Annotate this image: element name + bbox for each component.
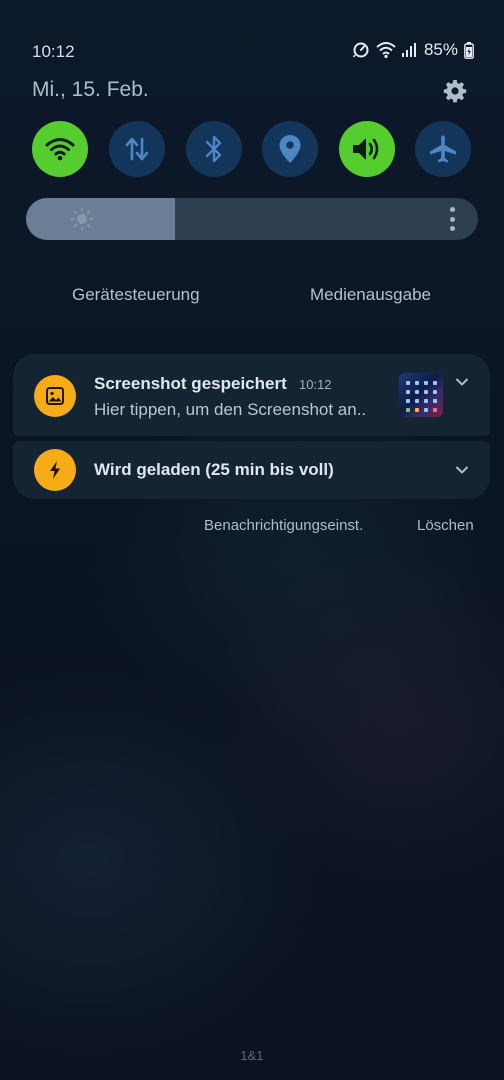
notification-app-icon [34, 449, 76, 491]
clear-notifications-button[interactable]: Löschen [417, 517, 474, 534]
expand-chevron-icon[interactable] [454, 462, 470, 478]
battery-charging-icon [464, 41, 474, 59]
settings-button[interactable] [441, 77, 469, 105]
notification-app-icon [34, 375, 76, 417]
mobile-data-toggle[interactable] [109, 121, 165, 177]
brightness-slider[interactable] [26, 198, 478, 240]
brightness-sun-icon [70, 207, 94, 231]
notification-title: Wird geladen (25 min bis voll) [94, 460, 334, 479]
image-icon [46, 387, 64, 405]
expand-chevron-icon[interactable] [454, 374, 470, 390]
wifi-toggle[interactable] [32, 121, 88, 177]
notification-time: 10:12 [299, 377, 332, 392]
status-icons: 85% [352, 40, 474, 60]
notification-title: Screenshot gespeichert [94, 374, 287, 393]
signal-icon [401, 43, 416, 57]
media-output-button[interactable]: Medienausgabe [310, 285, 431, 305]
carrier-label: 1&1 [240, 1048, 264, 1063]
wifi-icon [376, 42, 396, 59]
date-label: Mi., 15. Feb. [32, 78, 149, 101]
status-time: 10:12 [32, 42, 75, 61]
notification-settings-button[interactable]: Benachrichtigungseinst. [204, 517, 363, 534]
notification-screenshot[interactable]: Screenshot gespeichert 10:12 Hier tippen… [13, 354, 490, 436]
bluetooth-icon [205, 135, 222, 163]
sound-toggle[interactable] [339, 121, 395, 177]
location-toggle[interactable] [262, 121, 318, 177]
gear-icon [443, 80, 467, 103]
data-transfer-icon [125, 137, 149, 161]
brightness-fill [26, 198, 176, 240]
wifi-icon [45, 138, 75, 161]
location-pin-icon [279, 135, 301, 163]
bluetooth-toggle[interactable] [186, 121, 242, 177]
airplane-mode-toggle[interactable] [415, 121, 471, 177]
notification-body: Hier tippen, um den Screenshot an.. [94, 400, 367, 419]
screenshot-thumbnail[interactable] [399, 373, 443, 417]
quick-settings-row [32, 121, 472, 177]
brightness-more-options[interactable] [450, 207, 456, 231]
data-saver-icon [352, 42, 369, 58]
notification-charging[interactable]: Wird geladen (25 min bis voll) [13, 441, 490, 499]
battery-percent: 85% [423, 40, 458, 59]
speaker-icon [353, 138, 379, 160]
charging-bolt-icon [50, 461, 60, 479]
airplane-icon [430, 135, 456, 163]
device-control-button[interactable]: Gerätesteuerung [72, 285, 200, 305]
